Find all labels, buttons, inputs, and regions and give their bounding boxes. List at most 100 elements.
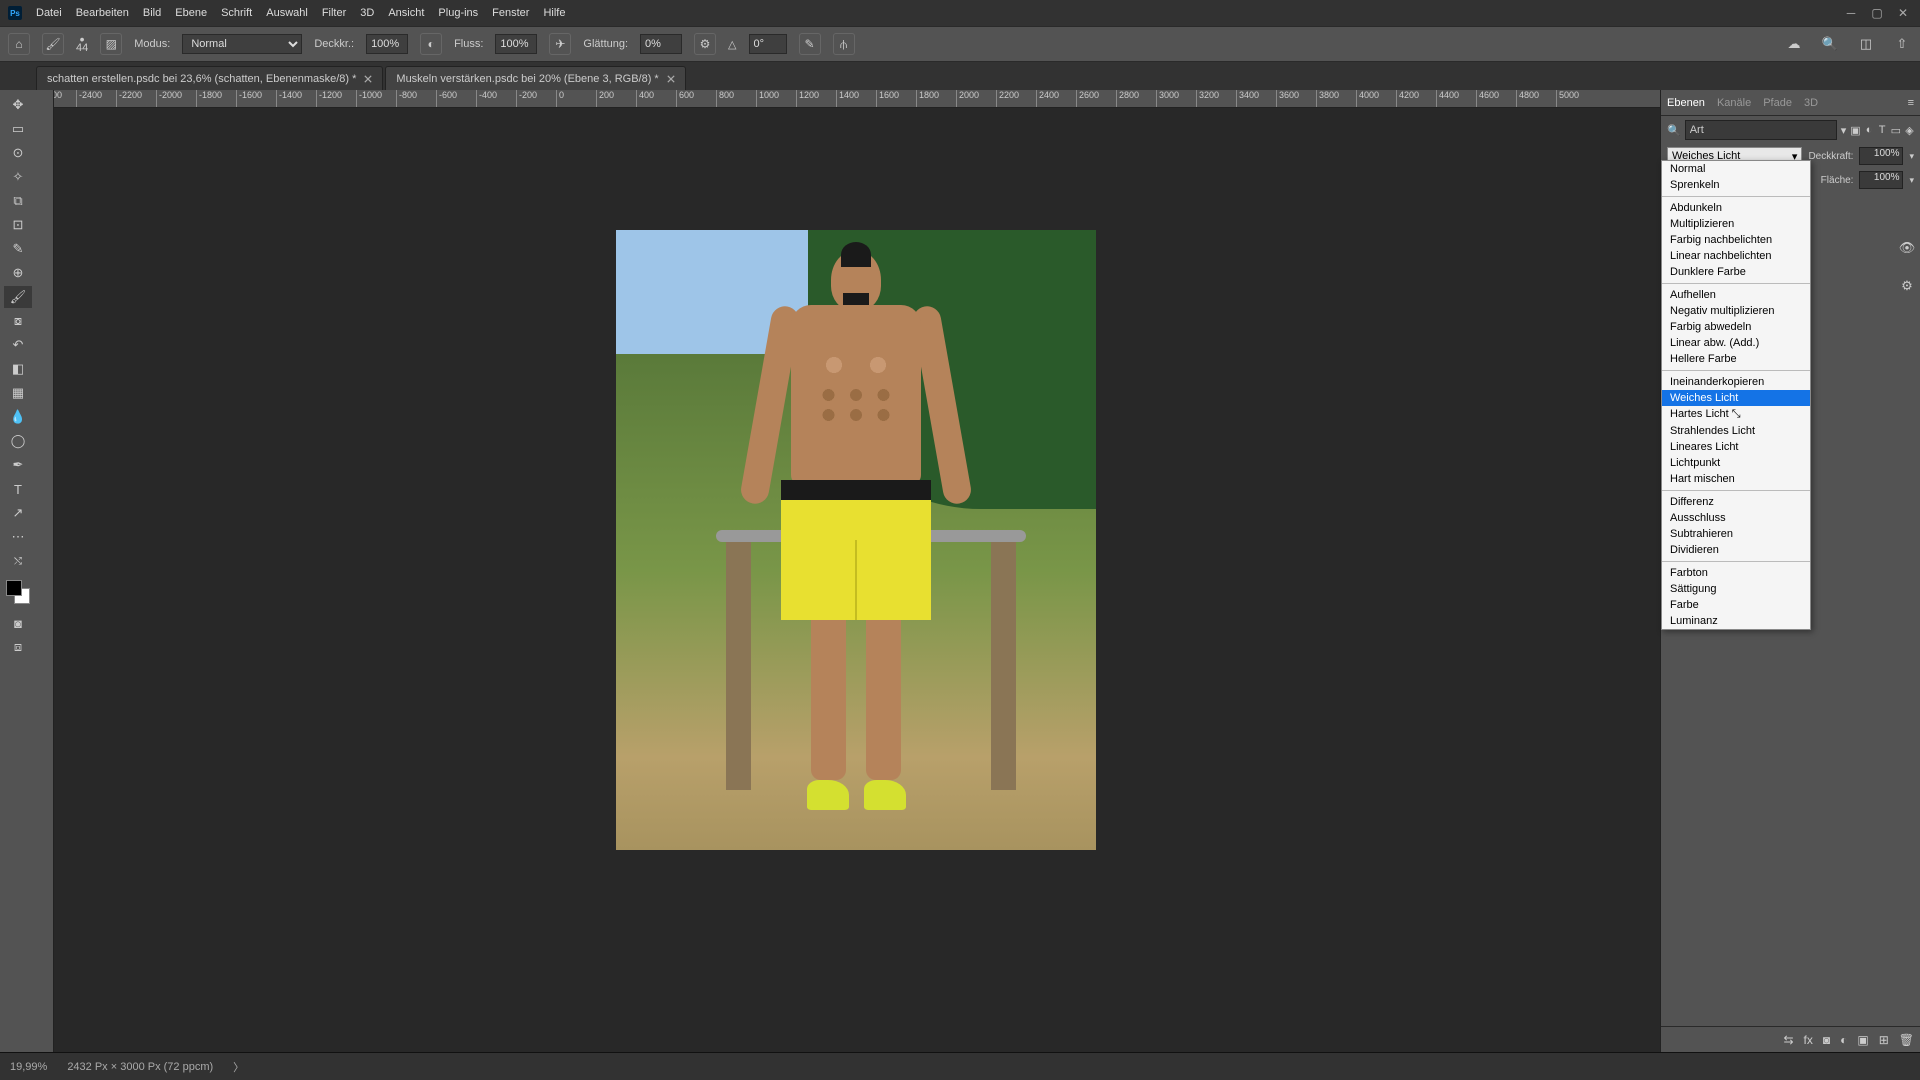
menu-schrift[interactable]: Schrift — [221, 7, 252, 19]
crop-tool[interactable]: ⧉ — [4, 190, 32, 212]
eyedropper-tool[interactable]: ✎ — [4, 238, 32, 260]
blend-option[interactable]: Dunklere Farbe — [1662, 264, 1810, 280]
status-arrow-icon[interactable]: 〉 — [233, 1059, 244, 1075]
quickmask-tool[interactable]: ◙ — [4, 612, 32, 634]
blend-option[interactable]: Ausschluss — [1662, 510, 1810, 526]
foreground-background-swap[interactable]: ⤭ — [4, 550, 32, 572]
chevron-down-icon[interactable]: ▾ — [1841, 124, 1847, 137]
menu-datei[interactable]: Datei — [36, 7, 62, 19]
screenmode-tool[interactable]: ⧈ — [4, 636, 32, 658]
vertical-ruler[interactable] — [36, 90, 54, 1052]
gradient-tool[interactable]: ▦ — [4, 382, 32, 404]
stamp-tool[interactable]: ⧇ — [4, 310, 32, 332]
blend-option[interactable]: Farbig nachbelichten — [1662, 232, 1810, 248]
horizontal-ruler[interactable]: -2600-2400-2200-2000-1800-1600-1400-1200… — [36, 90, 1660, 108]
zoom-level[interactable]: 19,99% — [10, 1061, 47, 1073]
blend-option[interactable]: Hartes Licht ⤡ — [1662, 406, 1810, 423]
brush-panel-icon[interactable]: ▨ — [100, 33, 122, 55]
blend-option[interactable]: Strahlendes Licht — [1662, 423, 1810, 439]
document-tab-1[interactable]: schatten erstellen.psdc bei 23,6% (schat… — [36, 66, 383, 90]
blend-option[interactable]: Linear nachbelichten — [1662, 248, 1810, 264]
menu-bild[interactable]: Bild — [143, 7, 161, 19]
eye-icon[interactable]: 👁 — [1899, 240, 1916, 256]
tab-ebenen[interactable]: Ebenen — [1667, 97, 1705, 109]
blur-tool[interactable]: 💧 — [4, 406, 32, 428]
pressure-opacity-icon[interactable]: ◐ — [420, 33, 442, 55]
chevron-down-icon[interactable]: ▾ — [1909, 175, 1914, 186]
menu-auswahl[interactable]: Auswahl — [266, 7, 308, 19]
layer-mask-icon[interactable]: ◙ — [1823, 1033, 1830, 1047]
close-icon[interactable] — [667, 75, 675, 83]
lasso-tool[interactable]: ⊙ — [4, 142, 32, 164]
link-layers-icon[interactable]: ⇆ — [1783, 1033, 1793, 1047]
search-icon[interactable]: 🔍 — [1820, 34, 1840, 54]
filter-smart-icon[interactable]: ◈ — [1905, 121, 1914, 139]
tab-3d[interactable]: 3D — [1804, 97, 1818, 109]
adjustment-layer-icon[interactable]: ◐ — [1840, 1033, 1847, 1047]
brush-tool-icon[interactable]: 🖌 — [42, 33, 64, 55]
workspace-icon[interactable]: ◫ — [1856, 34, 1876, 54]
mode-select[interactable]: Normal — [182, 34, 302, 54]
group-icon[interactable]: ▣ — [1857, 1033, 1868, 1047]
filter-shape-icon[interactable]: ▭ — [1891, 121, 1901, 139]
blend-mode-dropdown[interactable]: NormalSprenkelnAbdunkelnMultiplizierenFa… — [1661, 160, 1811, 630]
layer-filter-input[interactable] — [1685, 120, 1837, 140]
menu-plugins[interactable]: Plug-ins — [438, 7, 478, 19]
ellipsis-tool[interactable]: ⋯ — [4, 526, 32, 548]
close-button[interactable]: ✕ — [1894, 6, 1912, 20]
share-icon[interactable]: ⇧ — [1892, 34, 1912, 54]
menu-ansicht[interactable]: Ansicht — [388, 7, 424, 19]
menu-filter[interactable]: Filter — [322, 7, 346, 19]
layer-fx-icon[interactable]: fx — [1804, 1033, 1813, 1047]
layer-opacity-value[interactable]: 100% — [1859, 147, 1903, 165]
menu-fenster[interactable]: Fenster — [492, 7, 529, 19]
symmetry-icon[interactable]: ⫛ — [833, 33, 855, 55]
blend-option[interactable]: Normal — [1662, 161, 1810, 177]
home-icon[interactable]: ⌂ — [8, 33, 30, 55]
close-icon[interactable] — [364, 75, 372, 83]
blend-option[interactable]: Farbton — [1662, 565, 1810, 581]
eraser-tool[interactable]: ◧ — [4, 358, 32, 380]
color-swatches[interactable] — [6, 580, 30, 604]
cloud-icon[interactable]: ☁ — [1784, 34, 1804, 54]
path-tool[interactable]: ↗ — [4, 502, 32, 524]
opacity-input[interactable] — [366, 34, 408, 54]
dodge-tool[interactable]: ◯ — [4, 430, 32, 452]
layer-fill-value[interactable]: 100% — [1859, 171, 1903, 189]
menu-ebene[interactable]: Ebene — [175, 7, 207, 19]
delete-layer-icon[interactable]: 🗑 — [1899, 1033, 1914, 1047]
filter-image-icon[interactable]: ▣ — [1850, 121, 1860, 139]
blend-option[interactable]: Lineares Licht — [1662, 439, 1810, 455]
blend-option[interactable]: Differenz — [1662, 494, 1810, 510]
angle-input[interactable] — [749, 34, 787, 54]
blend-option[interactable]: Subtrahieren — [1662, 526, 1810, 542]
canvas-image[interactable] — [616, 230, 1096, 850]
frame-tool[interactable]: ⊡ — [4, 214, 32, 236]
blend-option[interactable]: Linear abw. (Add.) — [1662, 335, 1810, 351]
magic-wand-tool[interactable]: ✧ — [4, 166, 32, 188]
flow-input[interactable] — [495, 34, 537, 54]
adjust-icon[interactable]: ⚙ — [1901, 278, 1913, 294]
history-brush-tool[interactable]: ↶ — [4, 334, 32, 356]
menu-hilfe[interactable]: Hilfe — [543, 7, 565, 19]
minimize-button[interactable]: ─ — [1842, 6, 1860, 20]
brush-size-value[interactable]: 44 — [76, 44, 88, 53]
blend-option[interactable]: Lichtpunkt — [1662, 455, 1810, 471]
blend-option[interactable]: Sprenkeln — [1662, 177, 1810, 193]
blend-option[interactable]: Dividieren — [1662, 542, 1810, 558]
chevron-down-icon[interactable]: ▾ — [1909, 151, 1914, 162]
blend-option[interactable]: Weiches Licht — [1662, 390, 1810, 406]
pen-tool[interactable]: ✒ — [4, 454, 32, 476]
maximize-button[interactable]: ▢ — [1868, 6, 1886, 20]
blend-option[interactable]: Multiplizieren — [1662, 216, 1810, 232]
panel-menu-icon[interactable]: ≡ — [1908, 97, 1914, 109]
blend-option[interactable]: Sättigung — [1662, 581, 1810, 597]
smoothing-options-icon[interactable]: ⚙ — [694, 33, 716, 55]
menu-3d[interactable]: 3D — [360, 7, 374, 19]
move-tool[interactable]: ✥ — [4, 94, 32, 116]
filter-type-icon[interactable]: T — [1878, 121, 1887, 139]
blend-option[interactable]: Farbig abwedeln — [1662, 319, 1810, 335]
menu-bearbeiten[interactable]: Bearbeiten — [76, 7, 129, 19]
blend-option[interactable]: Abdunkeln — [1662, 200, 1810, 216]
blend-option[interactable]: Negativ multiplizieren — [1662, 303, 1810, 319]
